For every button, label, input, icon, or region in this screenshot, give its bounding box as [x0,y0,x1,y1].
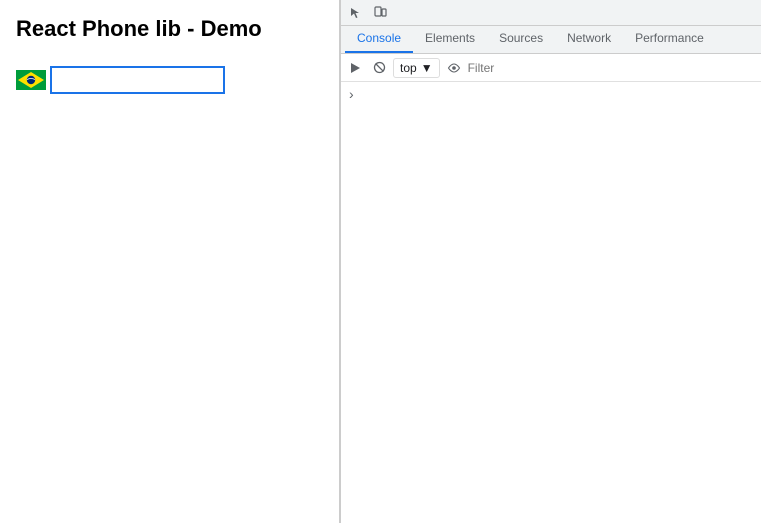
tab-sources[interactable]: Sources [487,25,555,53]
filter-section [468,61,757,75]
phone-input[interactable] [50,66,225,94]
inspect-element-button[interactable] [345,2,367,24]
console-toolbar: top ▼ [341,54,761,82]
tab-console[interactable]: Console [345,25,413,53]
context-arrow: ▼ [421,61,433,75]
devtools-top-toolbar [341,0,761,26]
brazil-flag-icon [16,70,46,90]
console-content: › [341,82,761,523]
console-expand-arrow[interactable]: › [349,86,354,102]
devtools-panel: Console Elements Sources Network Perform… [340,0,761,523]
devtools-tabs: Console Elements Sources Network Perform… [341,26,761,54]
console-filter-input[interactable] [468,61,757,75]
console-eye-icon[interactable] [444,58,464,78]
context-selector[interactable]: top ▼ [393,58,440,78]
console-play-button[interactable] [345,58,365,78]
context-value: top [400,61,417,75]
tab-performance[interactable]: Performance [623,25,716,53]
page-title: React Phone lib - Demo [16,16,323,42]
console-clear-button[interactable] [369,58,389,78]
phone-input-row [16,66,323,94]
tab-elements[interactable]: Elements [413,25,487,53]
device-toolbar-button[interactable] [369,2,391,24]
browser-page: React Phone lib - Demo [0,0,340,523]
tab-network[interactable]: Network [555,25,623,53]
